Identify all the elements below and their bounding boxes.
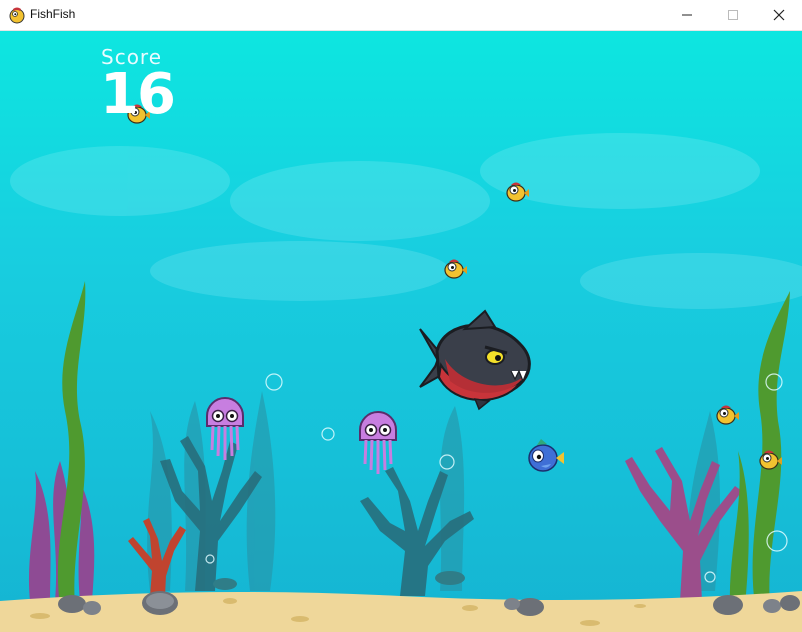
game-window: FishFish Score 16 xyxy=(0,0,802,632)
maximize-button[interactable] xyxy=(710,0,756,30)
score-value: 16 xyxy=(100,62,176,127)
minimize-button[interactable] xyxy=(664,0,710,30)
title-bar[interactable]: FishFish xyxy=(0,0,802,31)
minimize-icon xyxy=(682,14,692,16)
fish-app-icon xyxy=(9,7,25,24)
close-icon xyxy=(773,9,785,21)
maximize-icon xyxy=(728,10,738,20)
window-title: FishFish xyxy=(30,7,76,21)
close-button[interactable] xyxy=(756,0,802,30)
game-canvas[interactable]: Score 16 xyxy=(0,31,802,632)
